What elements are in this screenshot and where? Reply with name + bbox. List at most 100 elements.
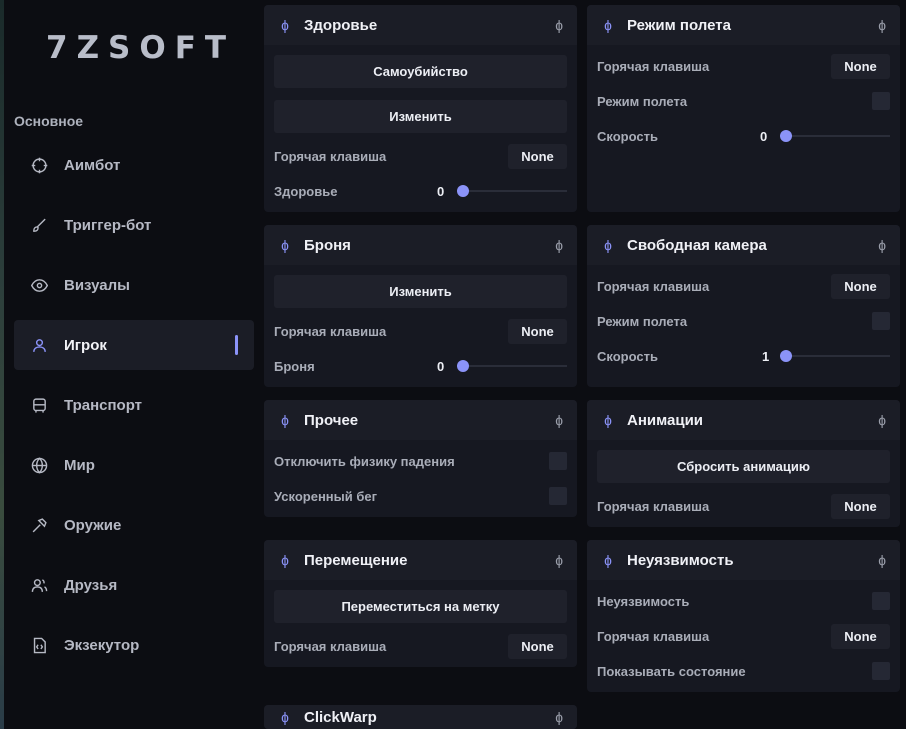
car-icon [30,396,48,414]
sidebar-item-triggerbot[interactable]: Триггер-бот [14,200,254,250]
panel-settings-icon[interactable]: ɸ [878,552,886,568]
panel-title: Свободная камера [627,236,767,254]
app-logo: 7ZSOFT [46,30,236,66]
speed-slider-track[interactable] [780,355,890,357]
speed-slider-track[interactable] [780,135,890,137]
health-slider-value: 0 [437,184,445,199]
fly-mode-checkbox[interactable] [872,92,890,110]
sidebar-item-aimbot[interactable]: Аимбот [14,140,254,190]
sidebar-item-label: Транспорт [64,396,143,414]
panel-teleport: ɸ Перемещение ɸ Переместиться на метку Г… [264,540,577,667]
sidebar-item-label: Триггер-бот [64,216,152,234]
panel-icon: ɸ [604,17,612,33]
panel-settings-icon[interactable]: ɸ [878,17,886,33]
brush-icon [30,216,48,234]
panel-title: Броня [304,236,351,254]
sidebar-item-visuals[interactable]: Визуалы [14,260,254,310]
sidebar-item-transport[interactable]: Транспорт [14,380,254,430]
panel-header: ɸ Режим полета ɸ [587,5,900,45]
crosshair-icon [30,156,48,174]
panel-title: Режим полета [627,16,731,34]
panel-animations: ɸ Анимации ɸ Сбросить анимацию Горячая к… [587,400,900,527]
hotkey-label: Горячая клавиша [597,499,710,514]
fly-mode-checkbox[interactable] [872,312,890,330]
panel-health: ɸ Здоровье ɸ Самоубийство Изменить Горяч… [264,5,577,212]
show-state-label: Показывать состояние [597,664,746,679]
hotkey-label: Горячая клавиша [274,639,387,654]
panel-header: ɸ Анимации ɸ [587,400,900,440]
panel-header: ɸ Свободная камера ɸ [587,225,900,265]
armor-slider-track[interactable] [457,365,567,367]
sidebar-section-label: Основное [14,113,84,129]
suicide-button[interactable]: Самоубийство [274,55,567,88]
hotkey-label: Горячая клавиша [597,629,710,644]
invulnerability-checkbox[interactable] [872,592,890,610]
sidebar-item-label: Мир [64,456,95,474]
panel-armor: ɸ Броня ɸ Изменить Горячая клавиша None … [264,225,577,387]
reset-animation-button[interactable]: Сбросить анимацию [597,450,890,483]
sidebar-item-label: Визуалы [64,276,130,294]
panel-clickwarp: ɸ ClickWarp ɸ [264,705,577,729]
fast-run-label: Ускоренный бег [274,489,378,504]
armor-slider-label: Броня [274,359,315,374]
users-icon [30,576,48,594]
hotkey-button[interactable]: None [508,634,567,659]
sidebar-item-friends[interactable]: Друзья [14,560,254,610]
eye-icon [30,276,48,294]
hotkey-button[interactable]: None [831,274,890,299]
sidebar-item-executor[interactable]: Экзекутор [14,620,254,670]
health-slider-thumb[interactable] [457,185,469,197]
fly-mode-label: Режим полета [597,314,688,329]
sidebar-item-label: Экзекутор [64,636,140,654]
panel-icon: ɸ [604,412,612,428]
hotkey-label: Горячая клавиша [274,149,387,164]
sidebar-item-weapons[interactable]: Оружие [14,500,254,550]
panel-title: Здоровье [304,16,378,34]
panel-header: ɸ Здоровье ɸ [264,5,577,45]
panel-settings-icon[interactable]: ɸ [555,552,563,568]
panel-title: Прочее [304,411,359,429]
panel-settings-icon[interactable]: ɸ [555,709,563,725]
panel-settings-icon[interactable]: ɸ [555,412,563,428]
panel-header: ɸ Броня ɸ [264,225,577,265]
panel-title: Анимации [627,411,704,429]
sidebar-item-label: Игрок [64,336,107,354]
panel-settings-icon[interactable]: ɸ [878,412,886,428]
health-slider-track[interactable] [457,190,567,192]
show-state-checkbox[interactable] [872,662,890,680]
armor-slider-value: 0 [437,359,445,374]
panel-settings-icon[interactable]: ɸ [555,17,563,33]
sidebar-item-world[interactable]: Мир [14,440,254,490]
panel-settings-icon[interactable]: ɸ [555,237,563,253]
sidebar: 7ZSOFT Основное Аимбот Триггер-бот Визуа… [4,0,258,729]
speed-slider-thumb[interactable] [780,350,792,362]
panel-title: Неуязвимость [627,551,734,569]
armor-slider-thumb[interactable] [457,360,469,372]
panel-icon: ɸ [604,552,612,568]
hotkey-button[interactable]: None [508,319,567,344]
health-slider-label: Здоровье [274,184,338,199]
panel-fly-mode: ɸ Режим полета ɸ Горячая клавиша None Ре… [587,5,900,212]
active-indicator [235,335,238,355]
hotkey-button[interactable]: None [508,144,567,169]
fast-run-checkbox[interactable] [549,487,567,505]
hammer-icon [30,516,48,534]
fall-physics-checkbox[interactable] [549,452,567,470]
panel-settings-icon[interactable]: ɸ [878,237,886,253]
teleport-to-marker-button[interactable]: Переместиться на метку [274,590,567,623]
globe-icon [30,456,48,474]
sidebar-item-player[interactable]: Игрок [14,320,254,370]
panel-icon: ɸ [281,412,289,428]
change-armor-button[interactable]: Изменить [274,275,567,308]
hotkey-button[interactable]: None [831,494,890,519]
speed-value: 0 [760,129,768,144]
hotkey-button[interactable]: None [831,624,890,649]
speed-slider-thumb[interactable] [780,130,792,142]
panel-title: Перемещение [304,551,408,569]
fall-physics-label: Отключить физику падения [274,454,455,469]
hotkey-button[interactable]: None [831,54,890,79]
change-health-button[interactable]: Изменить [274,100,567,133]
panel-invulnerability: ɸ Неуязвимость ɸ Неуязвимость Горячая кл… [587,540,900,692]
fly-mode-label: Режим полета [597,94,688,109]
panel-header: ɸ Неуязвимость ɸ [587,540,900,580]
